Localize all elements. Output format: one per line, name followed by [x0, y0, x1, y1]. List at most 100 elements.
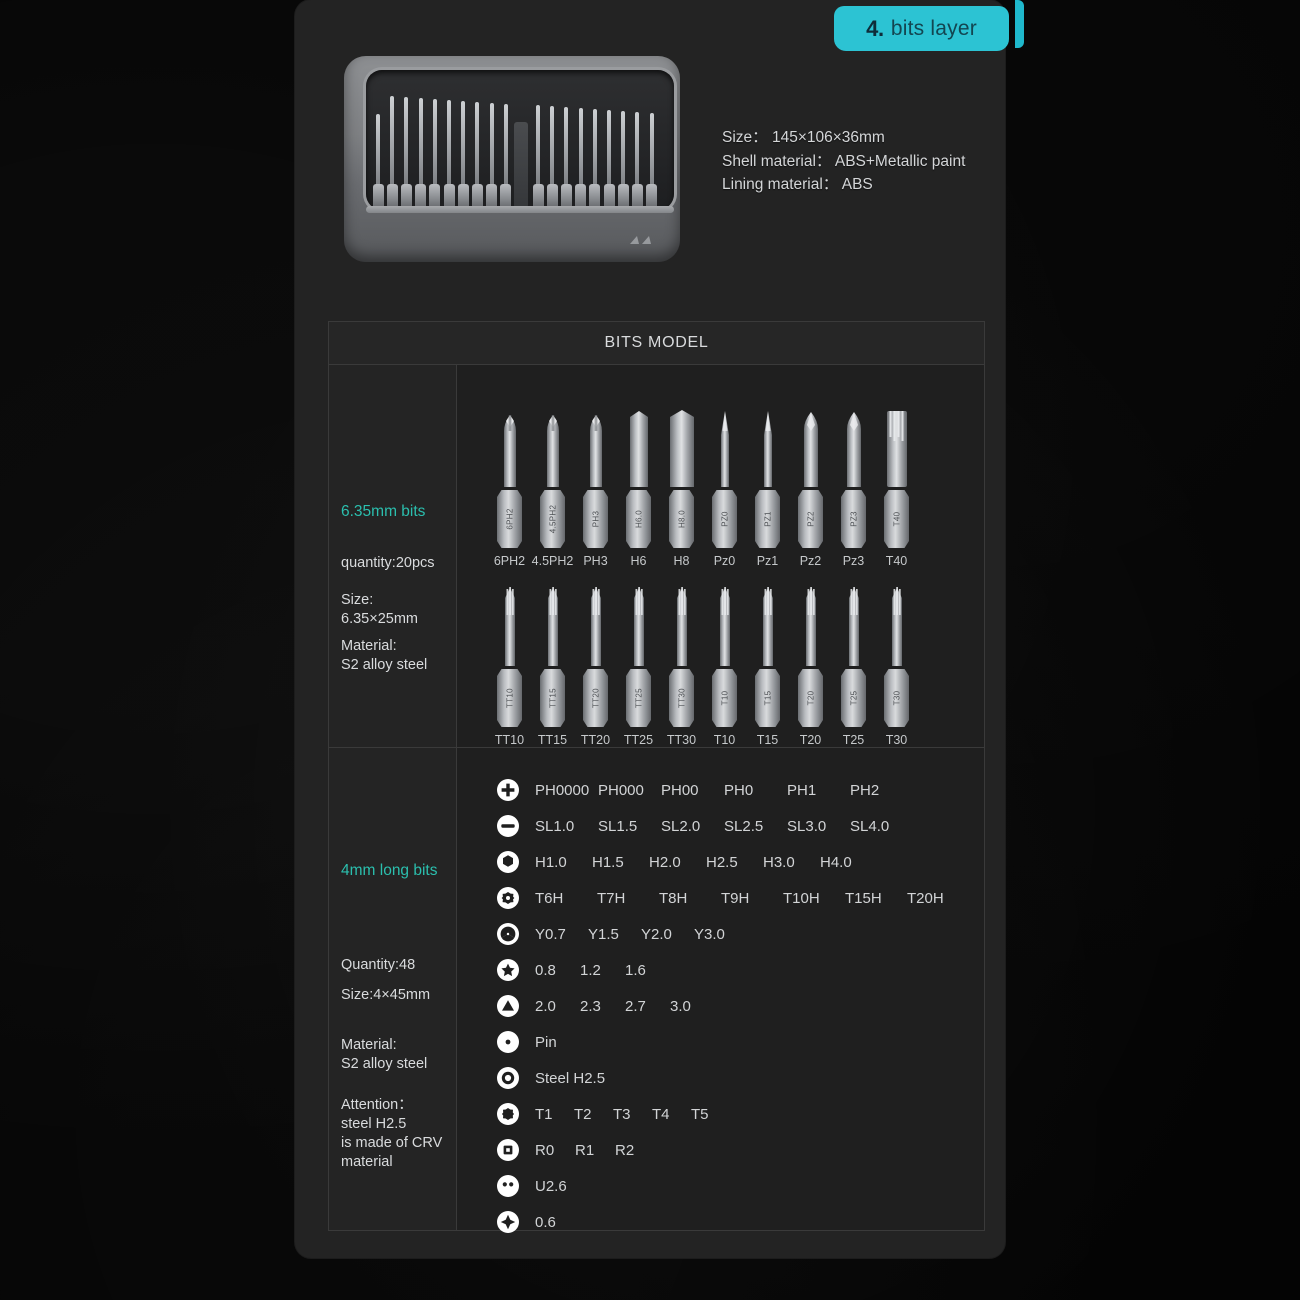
bit-tip-icon [837, 580, 871, 671]
bit-engraving: T20 [806, 690, 815, 706]
bit-hex-body: PZ0 [712, 490, 737, 548]
bit-size-value: PH000 [598, 781, 644, 799]
table-header-label: BITS MODEL [604, 334, 709, 351]
bit-type-row: H1.0 H1.5 H2.0 H2.5 H3.0 H4.0 [493, 844, 969, 880]
bit-figure: PZ2 Pz2 [789, 401, 832, 568]
bit-tip-icon [794, 401, 828, 492]
bit-label: Pz0 [713, 554, 736, 568]
bit-size-value: 2.7 [625, 997, 646, 1015]
bit-figure: T10 T10 [703, 580, 746, 747]
bit-figure: 4.5PH2 4.5PH2 [531, 401, 574, 568]
bit-tip-icon [794, 580, 828, 671]
bit-size-values: U2.6 [535, 1178, 567, 1195]
label-4mm-attention-line1: steel H2.5 [341, 1116, 407, 1132]
bit-hex-body: TT25 [626, 669, 651, 727]
bit-label: H8 [673, 554, 690, 568]
bit-figure: 6PH2 6PH2 [488, 401, 531, 568]
bit-tip-icon [665, 580, 699, 671]
bit-figure: PZ3 Pz3 [832, 401, 875, 568]
bit-type-row: SL1.0 SL1.5 SL2.0 SL2.5 SL3.0 SL4.0 [493, 808, 969, 844]
label-4mm-attention-title: Attention： [341, 1097, 413, 1113]
cell-635mm-info: 6.35mm bits quantity:20pcs Size: 6.35×25… [329, 365, 457, 747]
bit-engraving: TT15 [548, 688, 557, 708]
bit-hex-body: TT20 [583, 669, 608, 727]
bit-size-value: Pin [535, 1033, 557, 1051]
bit-size-values: Steel H2.5 [535, 1070, 605, 1087]
bit-engraving: 4.5PH2 [548, 504, 557, 534]
pentalobe-icon [493, 959, 523, 981]
bit-label: T20 [799, 733, 822, 747]
bit-size-value: 1.6 [625, 961, 646, 979]
bit-engraving: 6PH2 [505, 508, 514, 530]
bit-figure: T20 T20 [789, 580, 832, 747]
bit-figure: T25 T25 [832, 580, 875, 747]
bit-size-values: Pin [535, 1034, 557, 1051]
bit-label: T10 [713, 733, 736, 747]
bit-hex-body: PH3 [583, 490, 608, 548]
bit-label: TT25 [623, 733, 654, 747]
category-title-635mm: 6.35mm bits [341, 503, 426, 520]
bit-size-value: Steel H2.5 [535, 1069, 606, 1087]
bit-size-value: T7H [597, 889, 626, 907]
label-635mm-material-value: S2 alloy steel [341, 657, 428, 673]
bit-size-value: T10H [783, 889, 820, 907]
triangle-icon [493, 995, 523, 1017]
torx-icon [493, 1103, 523, 1125]
bit-engraving: PZ3 [849, 511, 858, 527]
bit-figure: H8.0 H8 [660, 401, 703, 568]
bit-hex-body: T15 [755, 669, 780, 727]
bit-label: T25 [842, 733, 865, 747]
socket-icon [493, 1067, 523, 1089]
bit-type-row: R0 R1 R2 [493, 1132, 969, 1168]
bit-tip-icon [708, 580, 742, 671]
bit-size-value: PH0 [724, 781, 754, 799]
bit-size-value: R0 [535, 1141, 555, 1159]
bit-tip-icon [579, 580, 613, 671]
bit-hex-body: PZ2 [798, 490, 823, 548]
product-image-bits-case [336, 48, 688, 270]
bit-type-row: 0.8 1.2 1.6 [493, 952, 969, 988]
bit-size-values: 2.0 2.3 2.7 3.0 [535, 998, 715, 1015]
bit-tip-icon [751, 401, 785, 492]
bit-size-values: SL1.0 SL1.5 SL2.0 SL2.5 SL3.0 SL4.0 [535, 818, 913, 835]
label-4mm-quantity: Quantity:48 [341, 957, 416, 973]
bit-size-value: T2 [574, 1105, 592, 1123]
spec-lining-material: Lining material： ABS [722, 176, 873, 193]
bit-figure: T30 T30 [875, 580, 918, 747]
cell-635mm-bits: 6PH2 6PH2 4.5PH2 4.5PH2 PH3 PH3 H6.0 H6 H8.0… [457, 365, 984, 747]
bit-type-row: U2.6 [493, 1168, 969, 1204]
bit-hex-body: T10 [712, 669, 737, 727]
page-root: 4. bits layer Size： 145×106×36mm Shell m… [0, 0, 1300, 1300]
bit-figure: T15 T15 [746, 580, 789, 747]
bit-hex-body: TT15 [540, 669, 565, 727]
bit-hex-body: 4.5PH2 [540, 490, 565, 548]
spec-shell-material: Shell material： ABS+Metallic paint [722, 152, 966, 170]
bit-label: TT10 [494, 733, 525, 747]
case-lip [366, 206, 674, 213]
bit-tip-icon [708, 401, 742, 492]
bit-size-value: SL3.0 [787, 817, 827, 835]
bit-tip-icon [880, 401, 914, 492]
bit-size-value: Y2.0 [641, 925, 672, 943]
bit-label: T30 [885, 733, 908, 747]
bit-engraving: PZ0 [720, 511, 729, 527]
bit-figure: TT25 TT25 [617, 580, 660, 747]
bit-size-values: Y0.7 Y1.5 Y2.0 Y3.0 [535, 926, 747, 943]
square-icon [493, 1139, 523, 1161]
bit-engraving: H8.0 [677, 509, 686, 529]
bit-type-row: 2.0 2.3 2.7 3.0 [493, 988, 969, 1024]
bit-size-value: SL4.0 [850, 817, 890, 835]
section-tab-bits-layer[interactable]: 4. bits layer [834, 6, 1009, 51]
bit-size-value: PH1 [787, 781, 817, 799]
bit-size-value: 2.3 [580, 997, 601, 1015]
bit-size-values: T1 T2 T3 T4 T5 [535, 1106, 730, 1123]
bit-engraving: T25 [849, 690, 858, 706]
tri-wing-icon [493, 923, 523, 945]
slotted-icon [493, 815, 523, 837]
bits-model-table: BITS MODEL 6.35mm bits quantity:20pcs Si… [328, 321, 985, 1233]
spec-size: Size： 145×106×36mm [722, 129, 885, 146]
bit-size-value: Y3.0 [694, 925, 725, 943]
bit-size-value: R2 [615, 1141, 635, 1159]
bit-size-value: Y1.5 [588, 925, 619, 943]
bit-size-value: T6H [535, 889, 564, 907]
